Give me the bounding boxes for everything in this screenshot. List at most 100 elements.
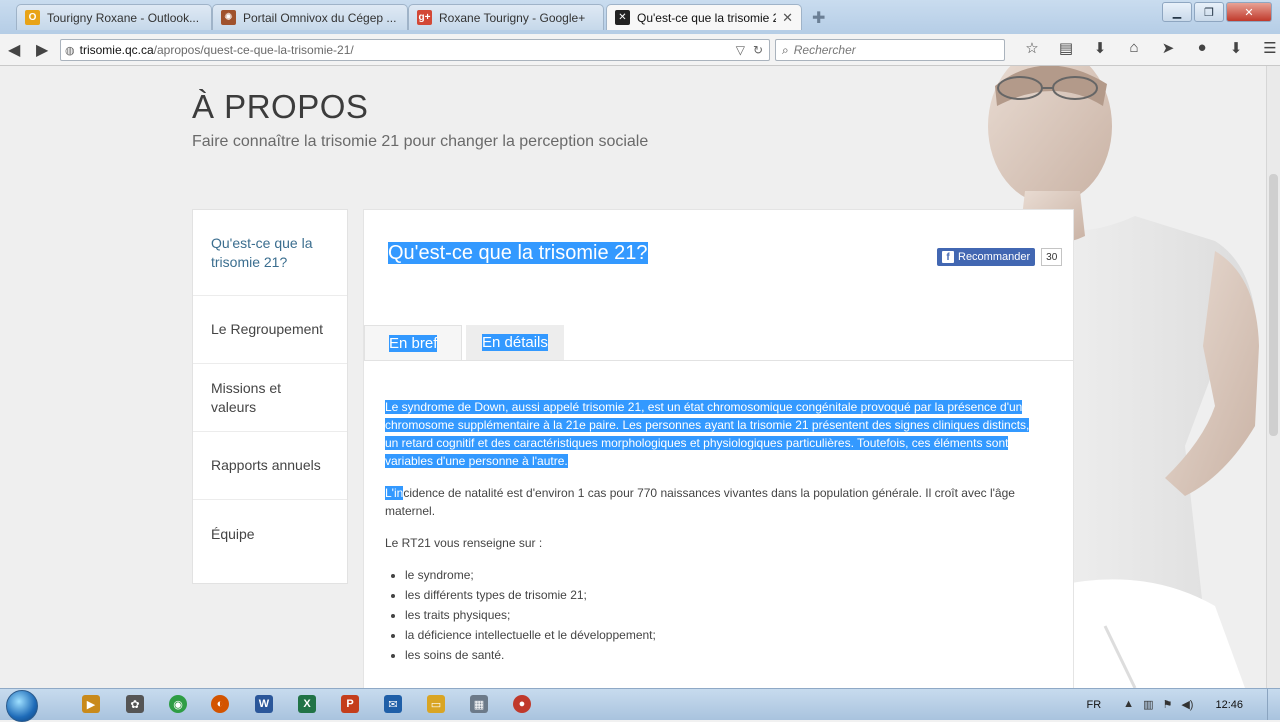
facebook-count: 30: [1041, 248, 1062, 266]
sidebar-item-trisomie[interactable]: Qu'est-ce que la trisomie 21?: [193, 210, 347, 296]
article-title: Qu'est-ce que la trisomie 21?: [388, 242, 648, 265]
system-tray: FR ▲ ▥ ⚑ ◀) 12:46: [1087, 689, 1280, 720]
list-item: les soins de santé.: [405, 646, 1045, 664]
firefox-icon[interactable]: ◐: [211, 695, 229, 713]
paint-icon[interactable]: ✿: [126, 695, 144, 713]
calculator-icon[interactable]: ▦: [470, 695, 488, 713]
sidebar-item-label: Le Regroupement: [211, 320, 323, 339]
selected-text: Le syndrome de Down, aussi appelé trisom…: [385, 400, 1029, 468]
page-scrollbar[interactable]: [1266, 66, 1280, 688]
tab-label: En détails: [482, 334, 548, 351]
tab-en-bref[interactable]: En bref: [364, 325, 462, 360]
url-bar[interactable]: ◍ trisomie.qc.ca /apropos/quest-ce-que-l…: [60, 39, 770, 61]
facebook-recommend-label: Recommander: [958, 251, 1030, 263]
tab-title: Tourigny Roxane - Outlook...: [47, 11, 203, 25]
recorder-icon[interactable]: ●: [513, 695, 531, 713]
tab-label: En bref: [389, 335, 437, 352]
url-dropdown-icon[interactable]: ▽: [736, 43, 745, 57]
volume-icon[interactable]: ◀): [1181, 698, 1193, 711]
list-item: les différents types de trisomie 21;: [405, 586, 1045, 604]
menu-icon[interactable]: ☰: [1253, 39, 1280, 57]
outlook-taskbar-icon[interactable]: ✉: [384, 695, 402, 713]
google-plus-icon: g+: [417, 10, 432, 25]
restore-icon[interactable]: ❐: [1194, 2, 1224, 22]
search-placeholder: Rechercher: [794, 43, 856, 57]
back-icon[interactable]: ◀: [8, 40, 20, 60]
tab-omnivox[interactable]: ✺ Portail Omnivox du Cégep ...: [212, 4, 408, 30]
window-controls: ▁ ❐ ✕: [1160, 2, 1272, 22]
sidebar-item-regroupement[interactable]: Le Regroupement: [193, 296, 347, 364]
network-icon[interactable]: ▥: [1143, 698, 1153, 711]
send-icon[interactable]: ➤: [1151, 39, 1185, 57]
chrome-icon[interactable]: ◉: [169, 695, 187, 713]
sidebar-nav: Qu'est-ce que la trisomie 21? Le Regroup…: [192, 209, 348, 584]
scrollbar-thumb[interactable]: [1269, 174, 1278, 436]
save-icon[interactable]: ⬇: [1219, 39, 1253, 57]
browser-tab-strip: O Tourigny Roxane - Outlook... ✺ Portail…: [0, 0, 1280, 34]
url-host: trisomie.qc.ca: [80, 43, 154, 57]
reading-list-icon[interactable]: ▤: [1049, 39, 1083, 57]
tab-outlook[interactable]: O Tourigny Roxane - Outlook...: [16, 4, 212, 30]
close-window-icon[interactable]: ✕: [1226, 2, 1272, 22]
page-title: À PROPOS: [192, 88, 368, 126]
url-path: /apropos/quest-ce-que-la-trisomie-21/: [154, 43, 354, 57]
clock[interactable]: 12:46: [1215, 699, 1243, 711]
tab-en-details[interactable]: En détails: [466, 325, 564, 360]
tab-trisomie[interactable]: ✕ Qu'est-ce que la trisomie 2... ✕: [606, 4, 802, 30]
new-tab-icon[interactable]: ✚: [812, 8, 825, 28]
tab-google-plus[interactable]: g+ Roxane Tourigny - Google+: [408, 4, 604, 30]
home-icon[interactable]: ⌂: [1117, 39, 1151, 57]
powerpoint-icon[interactable]: P: [341, 695, 359, 713]
article-paragraph: L'incidence de natalité est d'environ 1 …: [385, 484, 1045, 520]
language-indicator[interactable]: FR: [1087, 699, 1102, 711]
reload-icon[interactable]: ↻: [753, 43, 763, 57]
sidebar-item-equipe[interactable]: Équipe: [193, 500, 347, 568]
facebook-icon: f: [942, 251, 954, 263]
selected-text: L'in: [385, 486, 403, 500]
browser-toolbar: ☆ ▤ ⬇ ⌂ ➤ ● ⬇ ☰: [1015, 39, 1280, 57]
sidebar-item-rapports[interactable]: Rapports annuels: [193, 432, 347, 500]
minimize-icon[interactable]: ▁: [1162, 2, 1192, 22]
web-page: À PROPOS Faire connaître la trisomie 21 …: [0, 66, 1266, 688]
outlook-icon: O: [25, 10, 40, 25]
list-item: les traits physiques;: [405, 606, 1045, 624]
show-hidden-icons-icon[interactable]: ▲: [1123, 698, 1134, 711]
article-paragraph: Le syndrome de Down, aussi appelé trisom…: [385, 398, 1045, 470]
downloads-icon[interactable]: ⬇: [1083, 39, 1117, 57]
start-button[interactable]: [6, 690, 38, 722]
search-input[interactable]: ⌕ Rechercher: [775, 39, 1005, 61]
media-player-icon[interactable]: ▶: [82, 695, 100, 713]
explorer-icon[interactable]: ▭: [427, 695, 445, 713]
search-icon: ⌕: [782, 43, 789, 58]
omnivox-icon: ✺: [221, 10, 236, 25]
article-title-text: Qu'est-ce que la trisomie 21?: [388, 242, 648, 264]
trisomie-icon: ✕: [615, 10, 630, 25]
article-paragraph: Le RT21 vous renseigne sur :: [385, 534, 1045, 552]
sidebar-item-label: Missions et valeurs: [211, 379, 329, 417]
list-item: le syndrome;: [405, 566, 1045, 584]
close-tab-icon[interactable]: ✕: [782, 10, 793, 26]
sidebar-item-label: Rapports annuels: [211, 456, 321, 475]
list-item: la déficience intellectuelle et le dével…: [405, 626, 1045, 644]
page-subtitle: Faire connaître la trisomie 21 pour chan…: [192, 133, 648, 151]
sidebar-item-label: Équipe: [211, 525, 255, 544]
action-center-icon[interactable]: ⚑: [1162, 698, 1172, 711]
topic-list: le syndrome; les différents types de tri…: [385, 566, 1045, 664]
windows-taskbar: ▶ ✿ ◉ ◐ W X P ✉ ▭ ▦ ● FR ▲ ▥ ⚑ ◀) 12:46: [0, 688, 1280, 720]
tab-title: Roxane Tourigny - Google+: [439, 11, 595, 25]
tab-title: Qu'est-ce que la trisomie 2...: [637, 11, 776, 25]
show-desktop-button[interactable]: [1267, 689, 1280, 720]
facebook-recommend-button[interactable]: f Recommander: [937, 248, 1035, 266]
chat-icon[interactable]: ●: [1185, 39, 1219, 57]
forward-icon[interactable]: ▶: [36, 40, 48, 60]
sidebar-item-missions[interactable]: Missions et valeurs: [193, 364, 347, 432]
article-body: Le syndrome de Down, aussi appelé trisom…: [385, 398, 1045, 666]
word-icon[interactable]: W: [255, 695, 273, 713]
article-tabs: En bref En détails: [364, 325, 1073, 361]
excel-icon[interactable]: X: [298, 695, 316, 713]
bookmark-star-icon[interactable]: ☆: [1015, 39, 1049, 57]
site-info-icon[interactable]: ◍: [65, 44, 75, 57]
paragraph-text: cidence de natalité est d'environ 1 cas …: [385, 486, 1015, 518]
facebook-recommend-widget: f Recommander 30: [937, 248, 1062, 266]
sidebar-item-label: Qu'est-ce que la trisomie 21?: [211, 234, 329, 272]
